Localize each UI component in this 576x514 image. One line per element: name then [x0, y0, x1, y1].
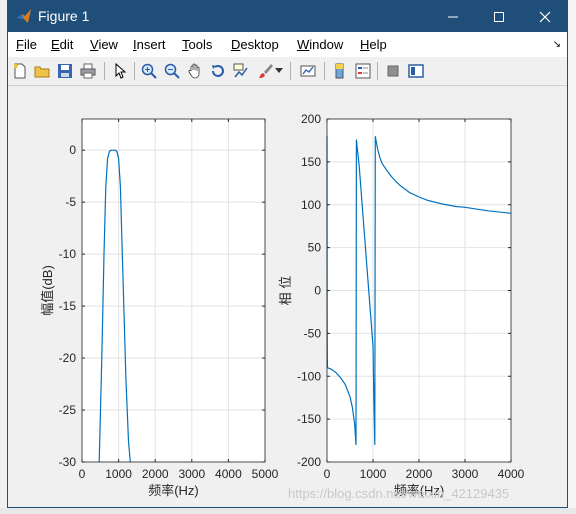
menu-edit[interactable]: Edit [51, 37, 73, 52]
toolbar-separator [134, 62, 135, 80]
menu-tools[interactable]: Tools [182, 37, 212, 52]
y-tick-label: -100 [297, 369, 321, 383]
y-tick-label: 50 [308, 241, 322, 255]
new-figure-icon [14, 63, 26, 79]
x-tick-label: 0 [324, 467, 331, 481]
x-tick-label: 4000 [215, 467, 242, 481]
menu-desktop[interactable]: Desktop [231, 37, 279, 52]
y-axis-label: 相 位 [278, 276, 293, 306]
x-tick-label: 5000 [252, 467, 279, 481]
open-button[interactable] [32, 61, 52, 81]
data-cursor-icon [233, 63, 248, 78]
x-tick-label: 1000 [105, 467, 132, 481]
link-plot-button[interactable] [298, 61, 318, 81]
window-title: Figure 1 [38, 8, 90, 24]
phase-axes[interactable]: 0 1000 2000 3000 4000 200 150 100 50 0 -50 -100 -150… [278, 112, 525, 498]
open-icon [34, 66, 50, 78]
x-tick-label: 3000 [452, 467, 479, 481]
zoom-in-icon [141, 63, 157, 79]
maximize-button[interactable] [476, 1, 522, 32]
print-button[interactable] [78, 61, 98, 81]
pan-button[interactable] [185, 61, 205, 81]
x-axis-label: 频率(Hz) [148, 483, 199, 498]
y-tick-label: -25 [59, 403, 77, 417]
zoom-out-button[interactable] [162, 61, 182, 81]
show-plot-tools-button[interactable] [406, 61, 426, 81]
close-icon [539, 11, 551, 22]
brush-button[interactable] [255, 61, 275, 81]
show-plot-tools-icon [408, 64, 424, 78]
y-tick-label: -50 [304, 326, 322, 340]
toolbar-separator [104, 62, 105, 80]
figure-plots[interactable]: 0 1000 2000 3000 4000 50000-5-10-15-20-25-30频… [8, 86, 567, 507]
new-figure-button[interactable] [10, 61, 30, 81]
rotate-3d-icon [212, 65, 224, 77]
pan-icon [188, 63, 200, 79]
magnitude-axes[interactable]: 0 1000 2000 3000 4000 5000 0 -5 -10 -15 -20 -25 -30 频… [40, 118, 279, 498]
menu-insert[interactable]: Insert [133, 37, 166, 52]
matlab-logo-icon [17, 9, 31, 23]
minimize-button[interactable] [430, 1, 476, 32]
menu-bar: File Edit View Insert Tools Desktop Wind… [8, 32, 567, 57]
colorbar-icon [335, 63, 344, 79]
print-icon [80, 63, 96, 79]
y-tick-label: -150 [297, 412, 321, 426]
close-button[interactable] [522, 1, 568, 32]
legend-icon [355, 63, 371, 79]
chevron-down-icon [275, 68, 283, 73]
hide-plot-tools-button[interactable] [383, 61, 403, 81]
menu-view[interactable]: View [90, 37, 118, 52]
hide-plot-tools-icon [387, 65, 399, 77]
brush-dropdown[interactable] [274, 61, 284, 81]
maximize-icon [494, 11, 504, 22]
colorbar-button[interactable] [330, 61, 350, 81]
figure-window: Figure 1 File Edit View Insert Tools Des… [7, 0, 568, 508]
legend-button[interactable] [353, 61, 373, 81]
save-icon [58, 64, 72, 78]
y-tick-label: 0 [314, 284, 321, 298]
y-axis-label: 幅值(dB) [40, 265, 55, 316]
y-tick-label: 150 [301, 155, 321, 169]
figure-toolbar [8, 57, 567, 86]
y-tick-label: -20 [59, 351, 77, 365]
menu-window[interactable]: Window [297, 37, 343, 52]
background-app-edge-bottom [0, 508, 576, 514]
watermark-text: https://blog.csdn.net/weixin_42129435 [288, 486, 510, 501]
menu-help[interactable]: Help [360, 37, 387, 52]
y-tick-label: -10 [59, 247, 77, 261]
dock-arrow-icon[interactable]: ↘ [553, 39, 561, 50]
minimize-icon [448, 16, 458, 17]
zoom-out-icon [164, 63, 180, 79]
axes-background [82, 119, 265, 462]
data-cursor-button[interactable] [231, 61, 251, 81]
y-tick-label: -15 [59, 299, 77, 313]
pointer-button[interactable] [110, 61, 130, 81]
x-tick-label: 0 [79, 467, 86, 481]
y-tick-label: -30 [59, 455, 77, 469]
link-plot-icon [300, 65, 316, 77]
x-tick-label: 3000 [178, 467, 205, 481]
zoom-in-button[interactable] [139, 61, 159, 81]
menu-file[interactable]: File [16, 37, 37, 52]
title-bar[interactable]: Figure 1 [8, 1, 567, 32]
save-button[interactable] [55, 61, 75, 81]
toolbar-separator [324, 62, 325, 80]
toolbar-separator [377, 62, 378, 80]
figure-canvas[interactable]: 0 1000 2000 3000 4000 5000 0 -5 -10 -15 -20 -25 -30 频… [8, 86, 567, 507]
x-tick-label: 2000 [142, 467, 169, 481]
x-tick-label: 2000 [406, 467, 433, 481]
y-tick-label: 0 [69, 143, 76, 157]
toolbar-separator [290, 62, 291, 80]
y-tick-label: 200 [301, 112, 321, 126]
x-tick-label: 1000 [360, 467, 387, 481]
rotate-3d-button[interactable] [208, 61, 228, 81]
y-tick-label: -200 [297, 455, 321, 469]
x-tick-label: 4000 [498, 467, 525, 481]
brush-icon [259, 64, 273, 78]
y-tick-label: 100 [301, 198, 321, 212]
y-tick-label: -5 [65, 195, 76, 209]
pointer-icon [115, 63, 127, 79]
